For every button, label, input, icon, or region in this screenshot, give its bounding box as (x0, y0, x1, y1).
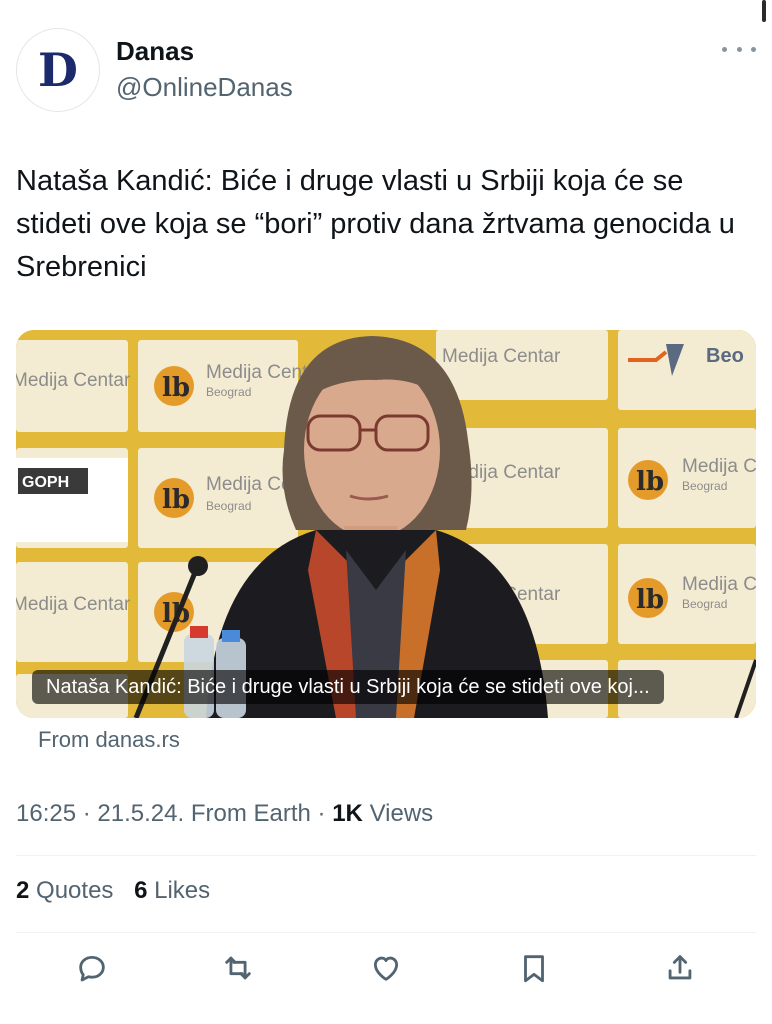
views-label: Views (369, 800, 434, 827)
svg-text:Medija Centar: Medija Centar (682, 456, 756, 477)
share-icon (668, 955, 692, 980)
divider (16, 855, 756, 856)
svg-text:Medija Centar: Medija Centar (442, 346, 561, 367)
retweet-button[interactable] (218, 948, 258, 988)
divider (16, 932, 756, 933)
avatar[interactable]: D (16, 28, 100, 112)
svg-text:lb: lb (162, 485, 190, 515)
like-button[interactable] (366, 948, 406, 988)
tweet-meta: 16:25 · 21.5.24. From Earth · 1K Views (16, 800, 433, 828)
meta-separator: · (317, 800, 333, 827)
more-icon[interactable] (722, 42, 756, 56)
action-bar (16, 940, 756, 998)
card-source-link[interactable]: From danas.rs (38, 727, 180, 753)
bookmark-button[interactable] (514, 948, 554, 988)
reply-button[interactable] (72, 948, 112, 988)
tweet-detail-page: D Danas @OnlineDanas Nataša Kandić: Biće… (0, 0, 772, 1024)
quotes-stat[interactable]: 2 Quotes (16, 877, 120, 904)
svg-text:Beograd: Beograd (206, 499, 251, 513)
svg-text:GOPH: GOPH (22, 474, 69, 491)
tweet-date[interactable]: 21.5.24. (97, 800, 184, 827)
meta-separator: · (82, 800, 98, 827)
svg-text:Beograd: Beograd (682, 597, 727, 611)
avatar-logo: D (38, 43, 78, 97)
likes-stat[interactable]: 6 Likes (134, 877, 210, 904)
reply-icon (79, 955, 105, 982)
views-count: 1K (332, 800, 363, 827)
tweet-text: Nataša Kandić: Biće i druge vlasti u Srb… (16, 165, 735, 283)
svg-text:lb: lb (636, 467, 664, 497)
tweet-header: D Danas @OnlineDanas (16, 28, 756, 112)
quotes-count: 2 (16, 877, 30, 904)
scrollbar[interactable] (762, 0, 766, 22)
link-card-image[interactable]: GOPH lb lb lb lb lb Medija Centar Medija… (16, 330, 756, 718)
svg-text:lb: lb (636, 585, 664, 615)
svg-text:Medija Centar: Medija Centar (682, 574, 756, 595)
share-button[interactable] (660, 948, 700, 988)
user-handle[interactable]: @OnlineDanas (116, 72, 293, 103)
svg-text:Beo: Beo (706, 345, 744, 367)
svg-text:Beograd: Beograd (682, 479, 727, 493)
quotes-label: Quotes (36, 877, 114, 904)
card-caption: Nataša Kandić: Biće i druge vlasti u Srb… (32, 670, 664, 704)
retweet-icon (225, 956, 251, 980)
svg-text:Medija Centar: Medija Centar (16, 370, 131, 391)
svg-text:lb: lb (162, 373, 190, 403)
likes-count: 6 (134, 877, 148, 904)
display-name[interactable]: Danas (116, 36, 194, 67)
heart-icon (373, 956, 399, 981)
svg-text:Medija Centar: Medija Centar (16, 594, 131, 615)
bookmark-icon (524, 955, 544, 983)
press-photo: GOPH lb lb lb lb lb Medija Centar Medija… (16, 330, 756, 718)
likes-label: Likes (154, 877, 211, 904)
svg-text:Beograd: Beograd (206, 385, 251, 399)
tweet-origin: From Earth (190, 800, 311, 827)
engagement-stats: 2 Quotes 6 Likes (16, 877, 224, 905)
tweet-time[interactable]: 16:25 (16, 800, 76, 827)
